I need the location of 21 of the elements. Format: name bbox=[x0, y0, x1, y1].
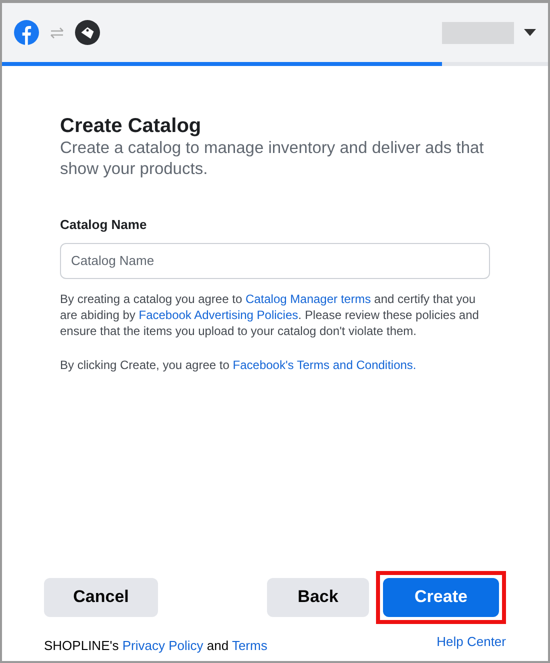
terms-text: By clicking Create, you agree to Facebook's Terms and Conditions. bbox=[60, 356, 418, 373]
footer-link[interactable]: Privacy Policy bbox=[122, 638, 204, 652]
dialog-title: Create Catalog bbox=[60, 114, 202, 138]
blurred-account-name bbox=[442, 22, 514, 44]
catalog-name-field[interactable]: Catalog Name bbox=[60, 242, 490, 279]
facebook-logo-icon bbox=[14, 20, 39, 45]
inline-link[interactable]: Catalog Manager terms bbox=[245, 292, 371, 306]
footer-text: SHOPLINE's Privacy Policy and Terms bbox=[44, 636, 268, 655]
inline-link[interactable]: Facebook Advertising Policies bbox=[138, 308, 298, 322]
dialog-subtitle: Create a catalog to manage inventory and deliver ads that show your products. bbox=[60, 138, 485, 180]
back-button[interactable]: Back bbox=[267, 578, 369, 616]
terms-text: By creating a catalog you agree to Catalog Manager terms and certify that you are abiding by Facebook Advertising Policies. Please review these policies and ensure that the items you upload to your catalog don't violate them. bbox=[60, 290, 480, 339]
sync-icon bbox=[49, 26, 65, 38]
cancel-button[interactable]: Cancel bbox=[44, 578, 158, 616]
create-button[interactable]: Create bbox=[383, 578, 499, 616]
inline-link[interactable]: Facebook's Terms and Conditions. bbox=[232, 358, 416, 372]
help-center-link[interactable]: Help Center bbox=[436, 632, 506, 651]
field-label: Catalog Name bbox=[60, 216, 147, 234]
tag-logo-icon bbox=[75, 20, 100, 45]
dropdown-caret-icon[interactable] bbox=[524, 29, 536, 36]
footer-link[interactable]: Terms bbox=[232, 638, 268, 652]
